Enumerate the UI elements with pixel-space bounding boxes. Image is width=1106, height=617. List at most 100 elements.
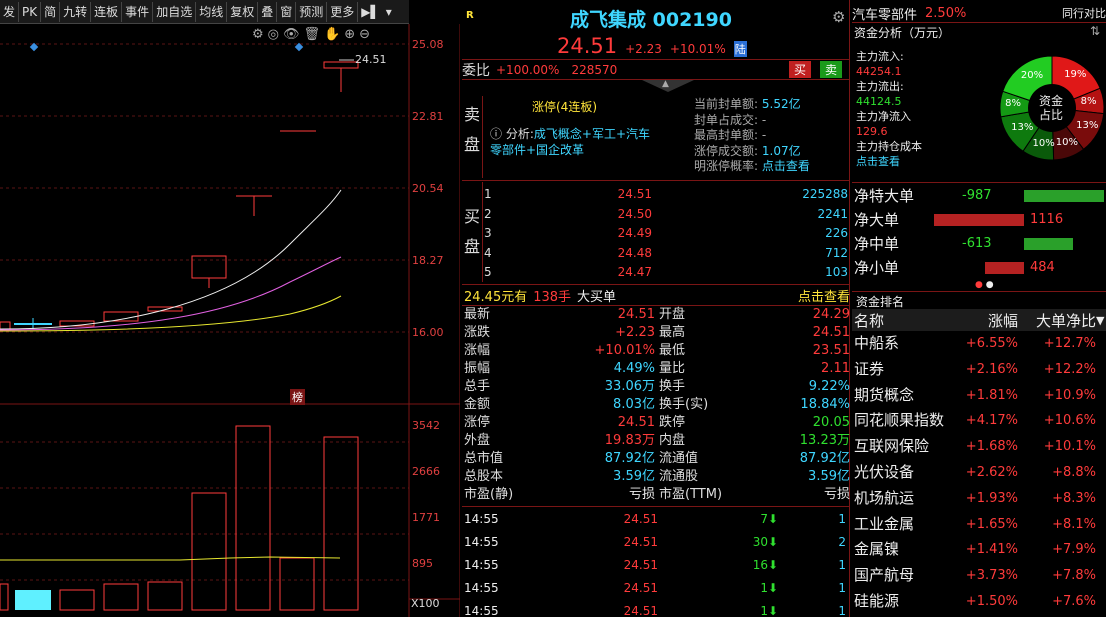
rank-badge[interactable]: 榜	[290, 389, 305, 405]
order-book-row[interactable]: 4 24.48 712	[482, 244, 850, 264]
order-book-row[interactable]: 1 24.51 225288	[482, 185, 850, 205]
ranking-row[interactable]: 期货概念 +1.81% +10.9%	[852, 383, 1106, 409]
sort-down-icon[interactable]: ▼	[1096, 314, 1104, 327]
ranking-row[interactable]: 中船系 +6.55% +12.7%	[852, 331, 1106, 357]
tick-row: 14:55 24.51 1 ⬇ 1	[464, 577, 850, 600]
ranking-row[interactable]: 机场航运 +1.93% +8.3%	[852, 486, 1106, 512]
stat-row: 市盈(静) 亏损 市盈(TTM) 亏损	[464, 486, 850, 504]
chevron-down-icon[interactable]: ▾	[383, 2, 395, 22]
toolbar-item-fa[interactable]: 发	[0, 1, 20, 22]
sector-name[interactable]: 汽车零部件	[852, 4, 917, 23]
limit-prob-link[interactable]: 点击查看	[762, 159, 810, 173]
big-order-link[interactable]: 点击查看	[798, 286, 850, 305]
gear-icon[interactable]: ⚙	[832, 8, 845, 26]
ranking-ratio: +8.8%	[1052, 464, 1096, 480]
order-book-row[interactable]: 3 24.49 226	[482, 224, 850, 244]
tick-list: 14:55 24.51 7 ⬇ 1 14:55 24.51 30 ⬇ 2 14:55 2…	[464, 508, 850, 617]
tick-price: 24.51	[623, 558, 658, 572]
big-order-price: 24.45元有	[464, 289, 528, 305]
net-flow-bar	[934, 214, 1024, 226]
toolbar-item-add-watchlist[interactable]: 加自选	[153, 1, 197, 22]
buy-button[interactable]: 买	[789, 61, 812, 78]
chart-toolbar: 发 PK 简 九转 连板 事件 加自选 均线 复权 叠 窗 预测 更多 ▶▌ ▾	[0, 0, 409, 24]
analysis-line2[interactable]: 零部件+国企改革	[490, 141, 584, 158]
price-axis-tick: 25.08	[412, 38, 444, 51]
tick-count: 1	[838, 581, 847, 595]
ranking-ratio: +12.2%	[1043, 361, 1096, 377]
book-level: 2	[484, 206, 492, 221]
tick-price: 24.51	[623, 535, 658, 549]
ranking-name: 中船系	[854, 334, 900, 352]
ranking-row[interactable]: 硅能源 +1.50% +7.6%	[852, 589, 1106, 615]
book-volume: 225288	[802, 187, 848, 201]
order-book-row[interactable]: 2 24.50 2241	[482, 205, 850, 225]
stat-label: 市盈(静)	[464, 487, 514, 502]
stat-value: 20.05	[812, 415, 850, 430]
net-flow-row: 净大单 1116	[854, 208, 1106, 232]
toolbar-item-pk[interactable]: PK	[19, 1, 42, 22]
ranking-ratio: +10.9%	[1043, 387, 1096, 403]
peer-compare-link[interactable]: 同行对比	[1062, 5, 1106, 21]
donut-slice-label: 13%	[1011, 121, 1034, 133]
chart-tool-icons[interactable]: ⚙◎👁🗑✋⊕⊖	[252, 27, 374, 42]
analysis-prefix: 分析:	[505, 127, 534, 141]
ranking-header-pct[interactable]: 涨幅	[962, 310, 1018, 331]
stat-label: 市盈(TTM)	[659, 487, 723, 502]
stock-badge: R	[466, 10, 474, 21]
ranking-row[interactable]: 国产航母 +3.73% +7.8%	[852, 563, 1106, 589]
stat-label: 最新	[464, 307, 491, 322]
ranking-row[interactable]: 证券 +2.16% +12.2%	[852, 357, 1106, 383]
sort-icon[interactable]: ⇅	[1090, 24, 1100, 38]
toolbar-arrow-icon[interactable]: ▶▌	[358, 2, 382, 22]
stat-value: 87.92亿	[604, 451, 655, 466]
toolbar-item-event[interactable]: 事件	[122, 1, 154, 22]
toolbar-item-more[interactable]: 更多	[327, 1, 359, 22]
cost-link[interactable]: 点击查看	[856, 154, 922, 169]
stock-name: 成飞集成	[570, 9, 647, 31]
stat-value: 24.51	[812, 325, 850, 340]
ranking-header-name[interactable]: 名称	[852, 310, 962, 331]
ranking-pct: +1.93%	[965, 490, 1018, 506]
ranking-row[interactable]: 金属镍 +1.41% +7.9%	[852, 537, 1106, 563]
stat-label: 振幅	[464, 361, 491, 376]
analysis-line1[interactable]: 成飞概念+军工+汽车	[534, 127, 650, 141]
chevron-up-icon[interactable]: ▲	[662, 79, 669, 89]
stat-label: 金额	[464, 397, 491, 412]
toolbar-item-ma[interactable]: 均线	[196, 1, 228, 22]
ranking-pct: +1.65%	[965, 516, 1018, 532]
ranking-row[interactable]: 同花顺果指数 +4.17% +10.6%	[852, 408, 1106, 434]
ranking-name: 机场航运	[854, 488, 915, 507]
ranking-title: 资金排名	[856, 295, 905, 309]
stat-value: 23.51	[812, 343, 850, 358]
big-order-volume: 138手	[533, 289, 572, 305]
sell-button[interactable]: 卖	[820, 61, 843, 78]
ranking-row[interactable]: 互联网保险 +1.68% +10.1%	[852, 434, 1106, 460]
ranking-row[interactable]: 光伏设备 +2.62% +8.8%	[852, 460, 1106, 486]
toolbar-item-window[interactable]: 窗	[277, 1, 297, 22]
tick-volume: 16	[752, 558, 768, 572]
toolbar-item-lianban[interactable]: 连板	[91, 1, 123, 22]
toolbar-item-jiuzhuan[interactable]: 九转	[60, 1, 92, 22]
stock-code: 002190	[652, 9, 732, 31]
stat-value: +2.23	[615, 325, 655, 340]
ranking-header-ratio[interactable]: 大单净比	[1018, 310, 1096, 331]
price-axis-tick: 20.54	[412, 182, 444, 195]
limit-field-value: 5.52亿	[761, 97, 801, 111]
kline-chart[interactable]	[0, 24, 460, 617]
buy-side-label: 盘	[464, 237, 481, 256]
toolbar-item-adjust[interactable]: 复权	[227, 1, 259, 22]
page-dot-active[interactable]: ●	[975, 280, 983, 290]
stat-label: 跌停	[659, 415, 686, 430]
price-axis-tick: 16.00	[412, 326, 444, 339]
toolbar-item-simple[interactable]: 简	[41, 1, 61, 22]
limit-field-label: 涨停成交额:	[694, 143, 759, 158]
ranking-pct: +2.16%	[965, 361, 1018, 377]
tick-volume: 1	[760, 581, 768, 595]
net-flow-row: 净小单 484	[854, 256, 1106, 280]
toolbar-item-forecast[interactable]: 预测	[296, 1, 328, 22]
stat-label: 最低	[659, 343, 686, 358]
order-book-row[interactable]: 5 24.47 103	[482, 263, 850, 283]
page-dot[interactable]: ●	[986, 280, 994, 290]
toolbar-item-overlay[interactable]: 叠	[258, 1, 278, 22]
ranking-row[interactable]: 工业金属 +1.65% +8.1%	[852, 512, 1106, 538]
